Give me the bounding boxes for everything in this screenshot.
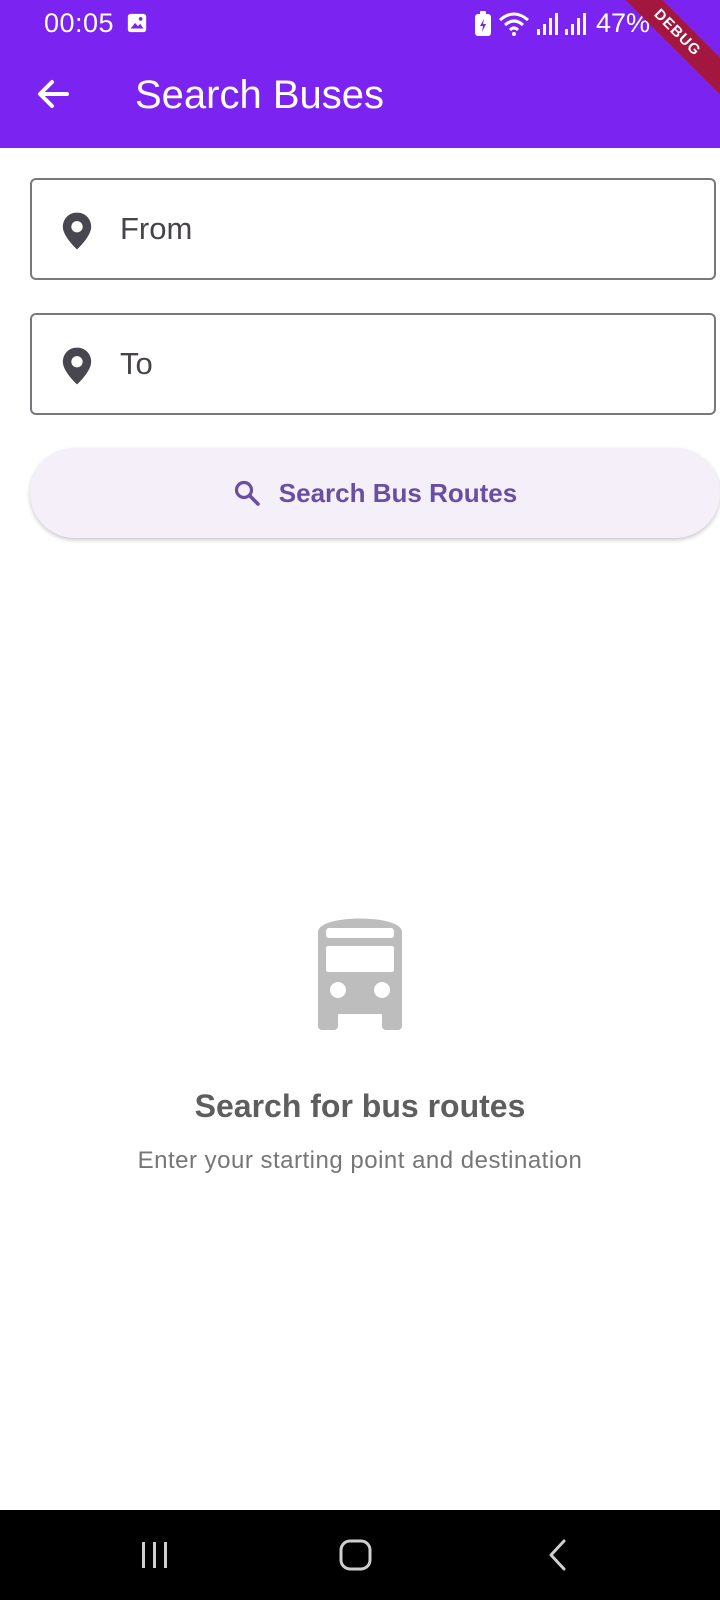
battery-saver-icon [474, 10, 491, 36]
system-back-button[interactable] [528, 1530, 588, 1580]
app-bar: 00:05 47% DEBUG Search Buses [0, 0, 720, 148]
page-title: Search Buses [135, 73, 385, 117]
home-button[interactable] [326, 1530, 386, 1580]
location-pin-icon [62, 212, 92, 250]
arrow-back-icon [38, 80, 69, 108]
to-field[interactable] [30, 313, 716, 415]
recent-apps-icon [142, 1542, 167, 1568]
status-time: 00:05 [44, 8, 115, 38]
search-button-label: Search Bus Routes [278, 477, 518, 508]
search-bus-routes-button[interactable]: Search Bus Routes [30, 448, 720, 538]
empty-state-subtitle: Enter your starting point and destinatio… [137, 1147, 583, 1174]
from-input[interactable] [120, 182, 680, 276]
search-icon [234, 480, 260, 506]
empty-state-title: Search for bus routes [194, 1088, 526, 1124]
signal-icon [564, 12, 586, 35]
recent-apps-button[interactable] [125, 1530, 185, 1580]
bus-icon [318, 918, 402, 1030]
home-icon [339, 1539, 372, 1571]
from-field[interactable] [30, 178, 716, 280]
debug-banner: DEBUG [610, 0, 720, 110]
back-icon [549, 1539, 566, 1571]
back-button[interactable] [30, 71, 76, 117]
location-pin-icon [62, 347, 92, 385]
signal-icon [536, 12, 558, 35]
wifi-icon [498, 12, 529, 36]
system-navigation-bar [0, 1510, 720, 1600]
debug-label: DEBUG [610, 0, 720, 103]
image-icon [127, 13, 147, 33]
empty-state: Search for bus routes Enter your startin… [0, 908, 720, 1175]
to-input[interactable] [120, 317, 680, 411]
